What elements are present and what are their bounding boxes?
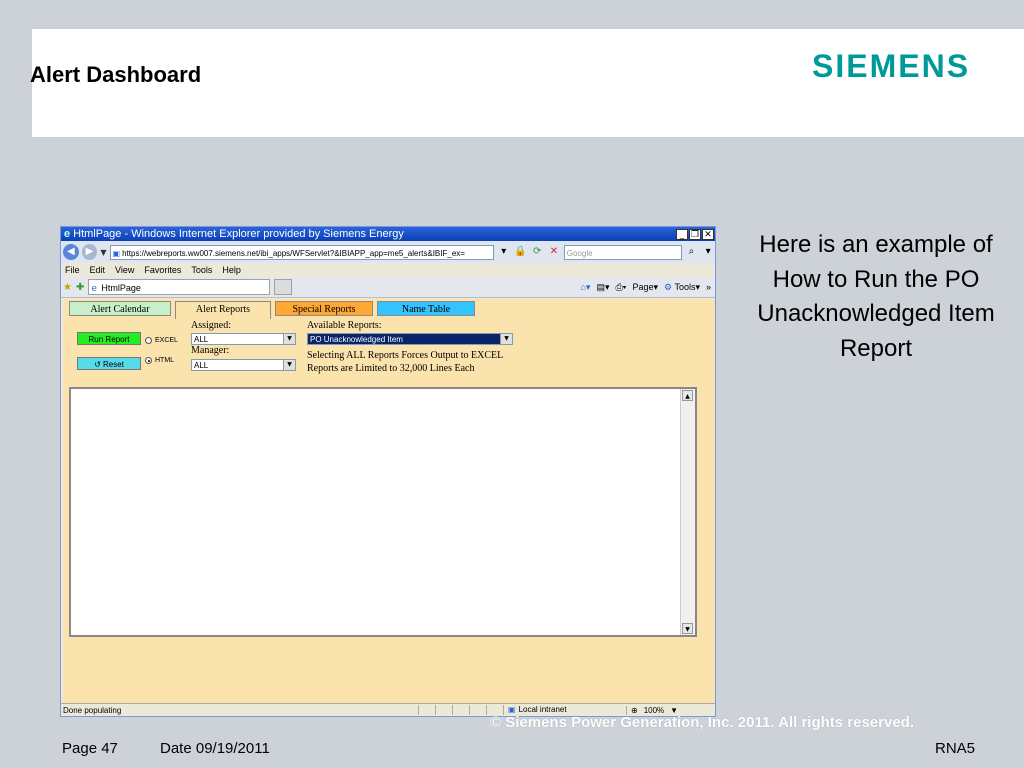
command-bar: ⌂▾ ▤▾ ⎙▾ Page▾ ⚙ Tools▾ » bbox=[580, 282, 711, 293]
manager-select[interactable]: ALL ▼ bbox=[191, 359, 296, 371]
address-row: ◀ ▶ ▼ ▣ https://webreports.ww007.siemens… bbox=[61, 241, 715, 263]
status-segment bbox=[418, 705, 435, 715]
tools-menu[interactable]: ⚙ Tools▾ bbox=[664, 282, 700, 293]
app-tabs: Alert Calendar Alert Reports Special Rep… bbox=[69, 301, 475, 319]
siemens-logo: SIEMENS bbox=[812, 48, 971, 84]
footer-page: Page 47 bbox=[62, 740, 118, 757]
feeds-icon[interactable]: ▤▾ bbox=[596, 282, 609, 293]
available-reports-value: PO Unacknowledged Item bbox=[310, 335, 403, 344]
tab-ie-icon: e bbox=[91, 284, 97, 294]
browser-tab-title: HtmlPage bbox=[101, 283, 141, 293]
run-report-button[interactable]: Run Report bbox=[77, 332, 141, 345]
stop-icon[interactable]: ✕ bbox=[547, 245, 561, 259]
assigned-label: Assigned: bbox=[191, 320, 231, 331]
radio-excel-dot[interactable] bbox=[145, 337, 152, 344]
menu-tools[interactable]: Tools bbox=[191, 265, 212, 275]
address-dropdown-icon[interactable]: ▾ bbox=[497, 245, 511, 259]
close-button[interactable]: ✕ bbox=[702, 228, 714, 240]
slide-caption: Here is an example of How to Run the PO … bbox=[757, 231, 995, 362]
status-segment bbox=[452, 705, 469, 715]
page-content: Alert Calendar Alert Reports Special Rep… bbox=[63, 299, 715, 705]
radio-html-label: HTML bbox=[155, 357, 175, 364]
search-input[interactable]: Google bbox=[563, 244, 682, 260]
manager-value: ALL bbox=[194, 361, 209, 370]
status-segment bbox=[435, 705, 452, 715]
footer-date: Date 09/19/2011 bbox=[160, 740, 270, 757]
menu-favorites[interactable]: Favorites bbox=[144, 265, 181, 275]
page-icon: ▣ bbox=[112, 248, 121, 258]
tab-name-table[interactable]: Name Table bbox=[377, 301, 475, 316]
menu-file[interactable]: File bbox=[65, 265, 80, 275]
history-dropdown-icon[interactable]: ▼ bbox=[100, 248, 106, 257]
assigned-value: ALL bbox=[194, 335, 209, 344]
tab-alert-calendar[interactable]: Alert Calendar bbox=[69, 301, 171, 316]
chevron-down-icon[interactable]: ▼ bbox=[283, 334, 295, 344]
browser-window: e HtmlPage - Windows Internet Explorer p… bbox=[60, 226, 716, 717]
available-reports-label: Available Reports: bbox=[307, 320, 382, 331]
reset-button[interactable]: ↺ Reset bbox=[77, 357, 141, 370]
tab-special-reports[interactable]: Special Reports bbox=[275, 301, 373, 316]
status-text: Done populating bbox=[63, 705, 122, 715]
window-titlebar: e HtmlPage - Windows Internet Explorer p… bbox=[61, 227, 715, 241]
search-options-icon[interactable]: ▾ bbox=[701, 245, 715, 259]
note-line-2: Reports are Limited to 32,000 Lines Each bbox=[307, 363, 475, 374]
status-segment bbox=[469, 705, 486, 715]
scroll-up-icon[interactable]: ▲ bbox=[682, 390, 693, 401]
radio-excel-label: EXCEL bbox=[155, 337, 178, 344]
address-url: https://webreports.ww007.siemens.net/ibi… bbox=[122, 248, 465, 258]
home-icon[interactable]: ⌂▾ bbox=[580, 282, 590, 293]
report-output-area[interactable]: ▲ ▼ bbox=[69, 387, 697, 637]
restore-button[interactable]: ❐ bbox=[689, 228, 701, 240]
ie-icon: e bbox=[64, 228, 71, 240]
menu-view[interactable]: View bbox=[115, 265, 134, 275]
browser-tab[interactable]: e HtmlPage bbox=[88, 279, 271, 295]
chevron-down-icon[interactable]: ▼ bbox=[500, 334, 512, 344]
search-icon[interactable]: ⌕ bbox=[685, 245, 699, 259]
report-scrollbar[interactable]: ▲ ▼ bbox=[680, 389, 695, 635]
footer-code: RNA5 bbox=[935, 740, 976, 757]
scroll-down-icon[interactable]: ▼ bbox=[682, 623, 693, 634]
more-commands-icon[interactable]: » bbox=[706, 282, 711, 292]
window-controls: _ ❐ ✕ bbox=[676, 228, 714, 240]
assigned-select[interactable]: ALL ▼ bbox=[191, 333, 296, 345]
minimize-button[interactable]: _ bbox=[676, 228, 688, 240]
chevron-down-icon[interactable]: ▼ bbox=[283, 360, 295, 370]
reset-label: Reset bbox=[103, 360, 124, 369]
address-bar[interactable]: ▣ https://webreports.ww007.siemens.net/i… bbox=[109, 244, 494, 260]
add-favorite-icon[interactable]: ✚ bbox=[76, 282, 84, 293]
page-menu[interactable]: Page▾ bbox=[632, 282, 658, 293]
favorites-star-icon[interactable]: ★ bbox=[63, 282, 72, 293]
reset-icon: ↺ bbox=[94, 360, 101, 369]
menu-help[interactable]: Help bbox=[222, 265, 241, 275]
forward-icon[interactable]: ▶ bbox=[81, 244, 98, 260]
note-line-1: Selecting ALL Reports Forces Output to E… bbox=[307, 350, 504, 361]
copyright-text: © Siemens Power Generation, Inc. 2011. A… bbox=[490, 714, 914, 731]
tab-alert-reports[interactable]: Alert Reports bbox=[175, 301, 271, 319]
radio-html-dot[interactable] bbox=[145, 357, 152, 364]
refresh-icon[interactable]: ⟳ bbox=[530, 245, 544, 259]
lock-icon[interactable]: 🔒 bbox=[514, 245, 528, 259]
print-icon[interactable]: ⎙▾ bbox=[615, 282, 626, 293]
menu-bar: File Edit View Favorites Tools Help bbox=[61, 263, 715, 277]
tab-row: ★ ✚ e HtmlPage ⌂▾ ▤▾ ⎙▾ Page▾ ⚙ Tools▾ » bbox=[61, 277, 715, 298]
menu-edit[interactable]: Edit bbox=[90, 265, 106, 275]
manager-label: Manager: bbox=[191, 345, 230, 356]
window-title: HtmlPage - Windows Internet Explorer pro… bbox=[73, 228, 404, 240]
back-icon[interactable]: ◀ bbox=[63, 244, 79, 260]
radio-html[interactable]: HTML bbox=[145, 357, 174, 364]
page-title: Alert Dashboard bbox=[30, 62, 202, 87]
available-reports-select[interactable]: PO Unacknowledged Item ▼ bbox=[307, 333, 513, 345]
new-tab-button[interactable] bbox=[274, 279, 293, 295]
radio-excel[interactable]: EXCEL bbox=[145, 337, 178, 344]
